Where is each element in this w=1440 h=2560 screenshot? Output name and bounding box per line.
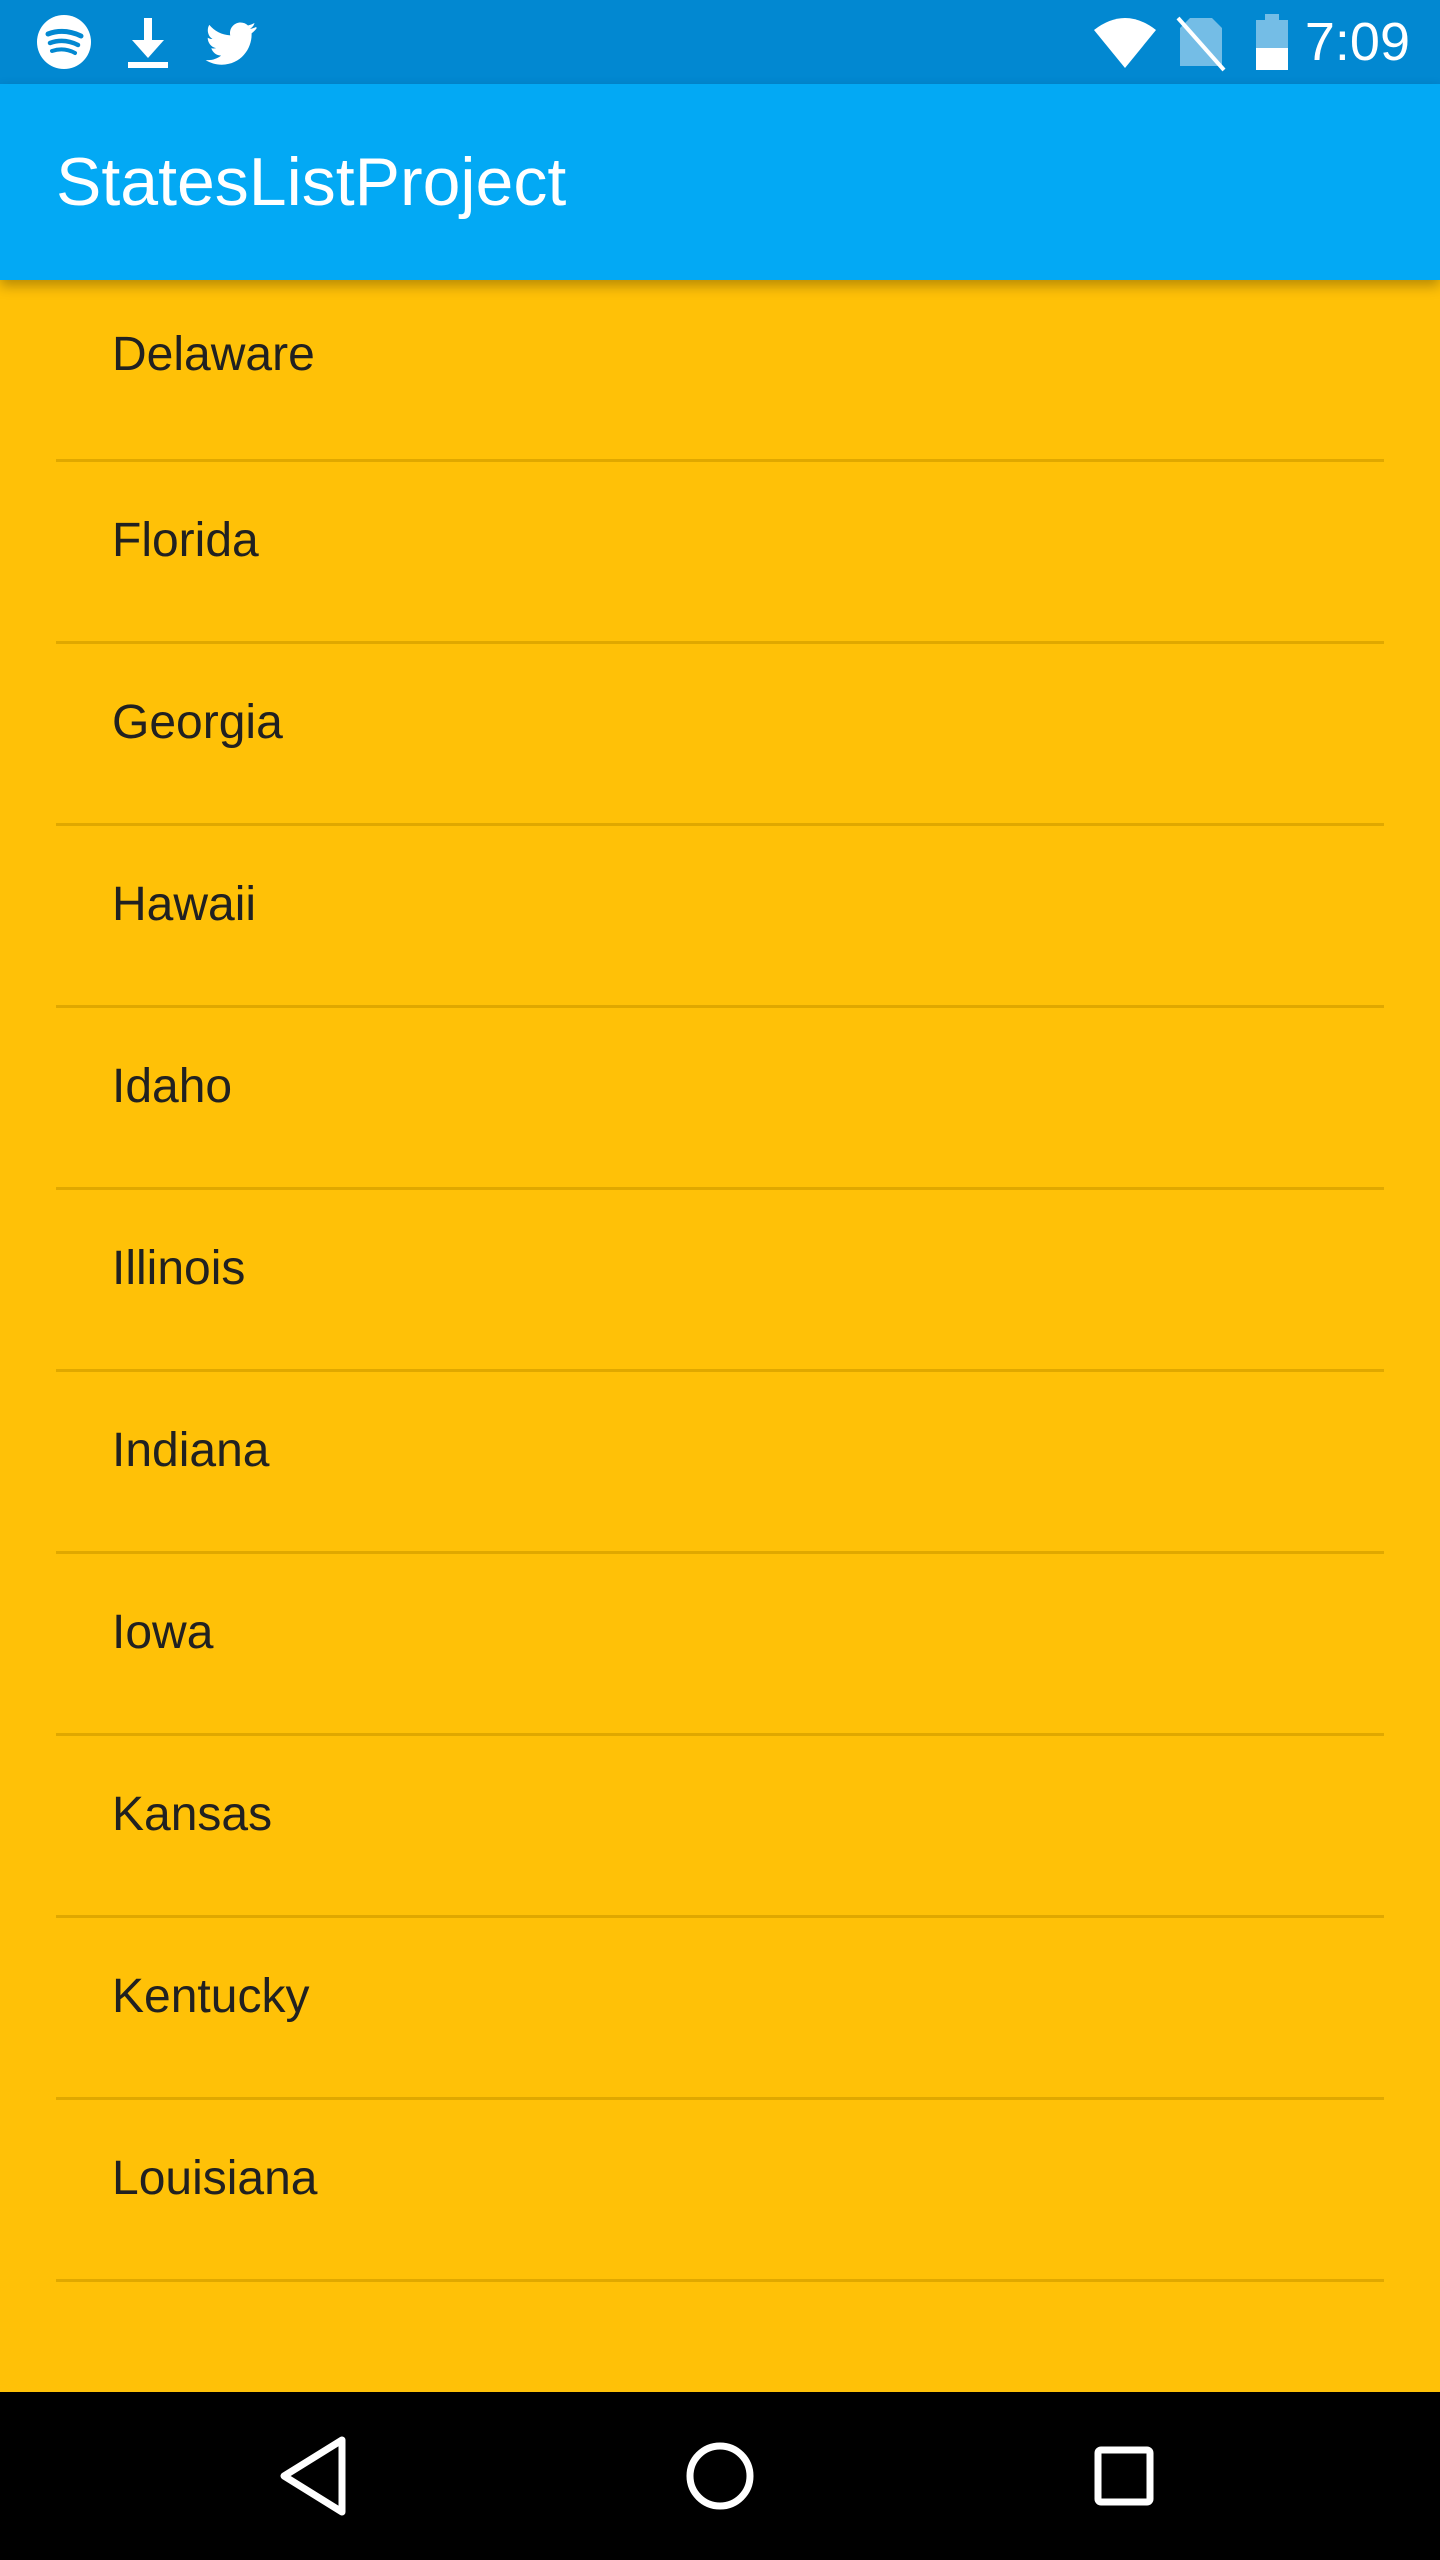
app-bar: StatesListProject	[0, 84, 1440, 280]
list-item-label: Florida	[112, 514, 259, 567]
navigation-bar	[0, 2392, 1440, 2560]
list-item[interactable]: Hawaii	[56, 826, 1384, 1008]
list-item-label: Idaho	[112, 1060, 233, 1113]
battery-icon	[1256, 14, 1288, 70]
no-sim-icon	[1176, 16, 1226, 72]
list-item-label: Illinois	[112, 1242, 246, 1295]
status-bar: 7:09	[0, 0, 1440, 84]
list-item-label: Indiana	[112, 1424, 270, 1477]
list-item[interactable]: Louisiana	[56, 2100, 1384, 2282]
list-item[interactable]: Iowa	[56, 1554, 1384, 1736]
list-item[interactable]: Georgia	[56, 644, 1384, 826]
list-item[interactable]: Delaware	[56, 280, 1384, 462]
spotify-icon	[37, 15, 91, 69]
wifi-icon	[1094, 18, 1156, 68]
back-icon[interactable]	[232, 2392, 400, 2560]
list-item-label: Iowa	[112, 1606, 214, 1659]
list-item[interactable]: Indiana	[56, 1372, 1384, 1554]
list-item[interactable]: Kansas	[56, 1736, 1384, 1918]
list-item-label: Delaware	[112, 328, 315, 381]
download-icon	[128, 18, 168, 68]
app-title: StatesListProject	[56, 144, 567, 220]
list-item[interactable]: Florida	[56, 462, 1384, 644]
home-icon[interactable]	[636, 2392, 804, 2560]
list-item-label: Georgia	[112, 696, 283, 749]
list-item[interactable]: Kentucky	[56, 1918, 1384, 2100]
recents-icon[interactable]	[1040, 2392, 1208, 2560]
states-list[interactable]: Delaware Florida Georgia Hawaii Idaho Il…	[0, 280, 1440, 2392]
list-item[interactable]: Idaho	[56, 1008, 1384, 1190]
list-item-label: Hawaii	[112, 878, 257, 931]
list-item-label: Kentucky	[112, 1970, 310, 2023]
list-item[interactable]: Illinois	[56, 1190, 1384, 1372]
twitter-icon	[205, 22, 257, 65]
list-item-label: Kansas	[112, 1788, 273, 1841]
status-time: 7:09	[1304, 12, 1410, 72]
list-item-label: Louisiana	[112, 2152, 318, 2205]
